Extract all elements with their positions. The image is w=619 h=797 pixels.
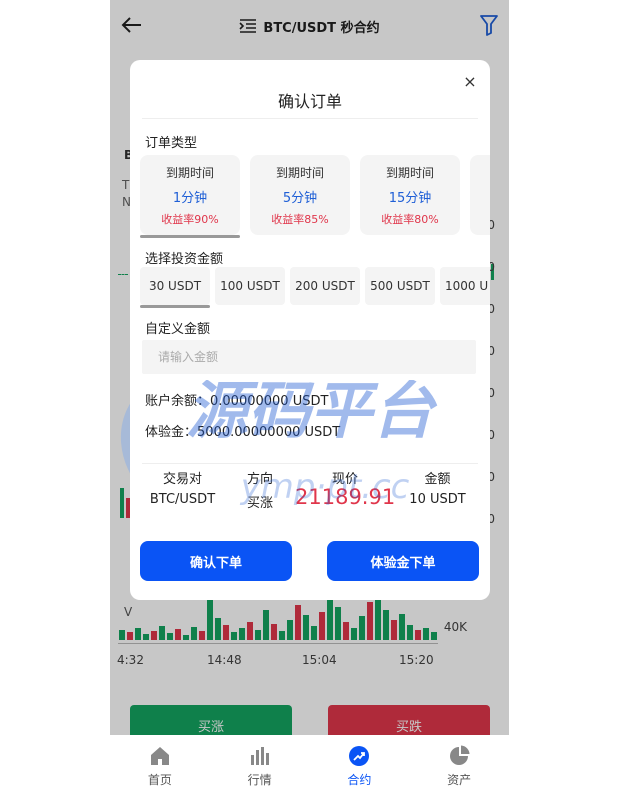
amount-options: 30 USDT 100 USDT 200 USDT 500 USDT 1000 … <box>140 267 490 308</box>
table-cell: BTC/USDT <box>149 492 216 507</box>
left-margin <box>0 0 110 797</box>
custom-amount-input[interactable] <box>142 340 476 374</box>
modal-title: 确认订单 <box>277 92 342 111</box>
amount-option-200[interactable]: 200 USDT <box>290 267 360 305</box>
order-type-1min[interactable]: 到期时间 1分钟 收益率90% <box>140 155 240 238</box>
divider <box>142 463 478 464</box>
order-type-more[interactable] <box>470 155 490 235</box>
nav-label: 首页 <box>147 772 172 787</box>
yield-rate: 收益率85% <box>271 213 329 226</box>
duration-value: 1分钟 <box>172 191 208 206</box>
order-type-label: 订单类型 <box>145 136 198 151</box>
nav-market[interactable]: 行情 <box>210 735 310 797</box>
duration-value: 5分钟 <box>282 191 318 206</box>
trial-order-button[interactable]: 体验金下单 <box>327 541 479 581</box>
bottom-nav: 首页 行情 合约 资产 <box>110 735 509 797</box>
nav-label: 行情 <box>247 772 272 787</box>
confirm-order-modal: 确认订单 × 订单类型 到期时间 1分钟 收益率90% 到期时间 5分钟 收益率… <box>130 60 490 600</box>
expiry-label: 到期时间 <box>165 166 214 180</box>
amount-option-30[interactable]: 30 USDT <box>140 267 210 308</box>
amount-option-1000[interactable]: 1000 U <box>440 267 490 305</box>
current-price: 21189.91 <box>295 485 396 509</box>
table-header: 交易对 <box>162 472 202 487</box>
table-header: 金额 <box>424 472 451 487</box>
expiry-label: 到期时间 <box>275 166 324 180</box>
nav-home[interactable]: 首页 <box>110 735 210 797</box>
home-icon <box>150 746 169 765</box>
divider <box>142 118 478 119</box>
order-type-15min[interactable]: 到期时间 15分钟 收益率80% <box>360 155 460 235</box>
yield-rate: 收益率90% <box>161 213 219 226</box>
account-balance: 账户余额：0.00000000 USDT <box>145 394 329 409</box>
confirm-order-button[interactable]: 确认下单 <box>140 541 292 581</box>
table-header: 方向 <box>246 472 273 487</box>
yield-rate: 收益率80% <box>381 213 439 226</box>
custom-amount-label: 自定义金额 <box>145 322 211 337</box>
amount-option-500[interactable]: 500 USDT <box>365 267 435 305</box>
nav-label: 资产 <box>447 772 472 787</box>
amount-option-100[interactable]: 100 USDT <box>215 267 285 305</box>
right-margin <box>509 0 619 797</box>
amount-label: 选择投资金额 <box>145 252 224 267</box>
nav-label: 合约 <box>347 772 372 787</box>
table-cell: 买涨 <box>246 496 273 511</box>
chart-bars-icon <box>250 746 269 765</box>
close-icon[interactable]: × <box>462 74 478 90</box>
expiry-label: 到期时间 <box>385 166 434 180</box>
order-type-options: 到期时间 1分钟 收益率90% 到期时间 5分钟 收益率85% 到期时间 15分… <box>140 155 490 238</box>
nav-contract[interactable]: 合约 <box>310 735 410 797</box>
trend-icon <box>349 745 370 766</box>
trial-fund-balance: 体验金：5000.00000000 USDT <box>145 425 341 440</box>
duration-value: 15分钟 <box>388 191 432 206</box>
nav-assets[interactable]: 资产 <box>409 735 509 797</box>
order-type-5min[interactable]: 到期时间 5分钟 收益率85% <box>250 155 350 235</box>
table-cell: 10 USDT <box>409 492 466 507</box>
phone-screen: BTC/USDT 秒合约 B T N V 0 0 0 0 0 0 0 0 40K… <box>110 0 509 797</box>
pie-chart-icon <box>450 745 470 765</box>
